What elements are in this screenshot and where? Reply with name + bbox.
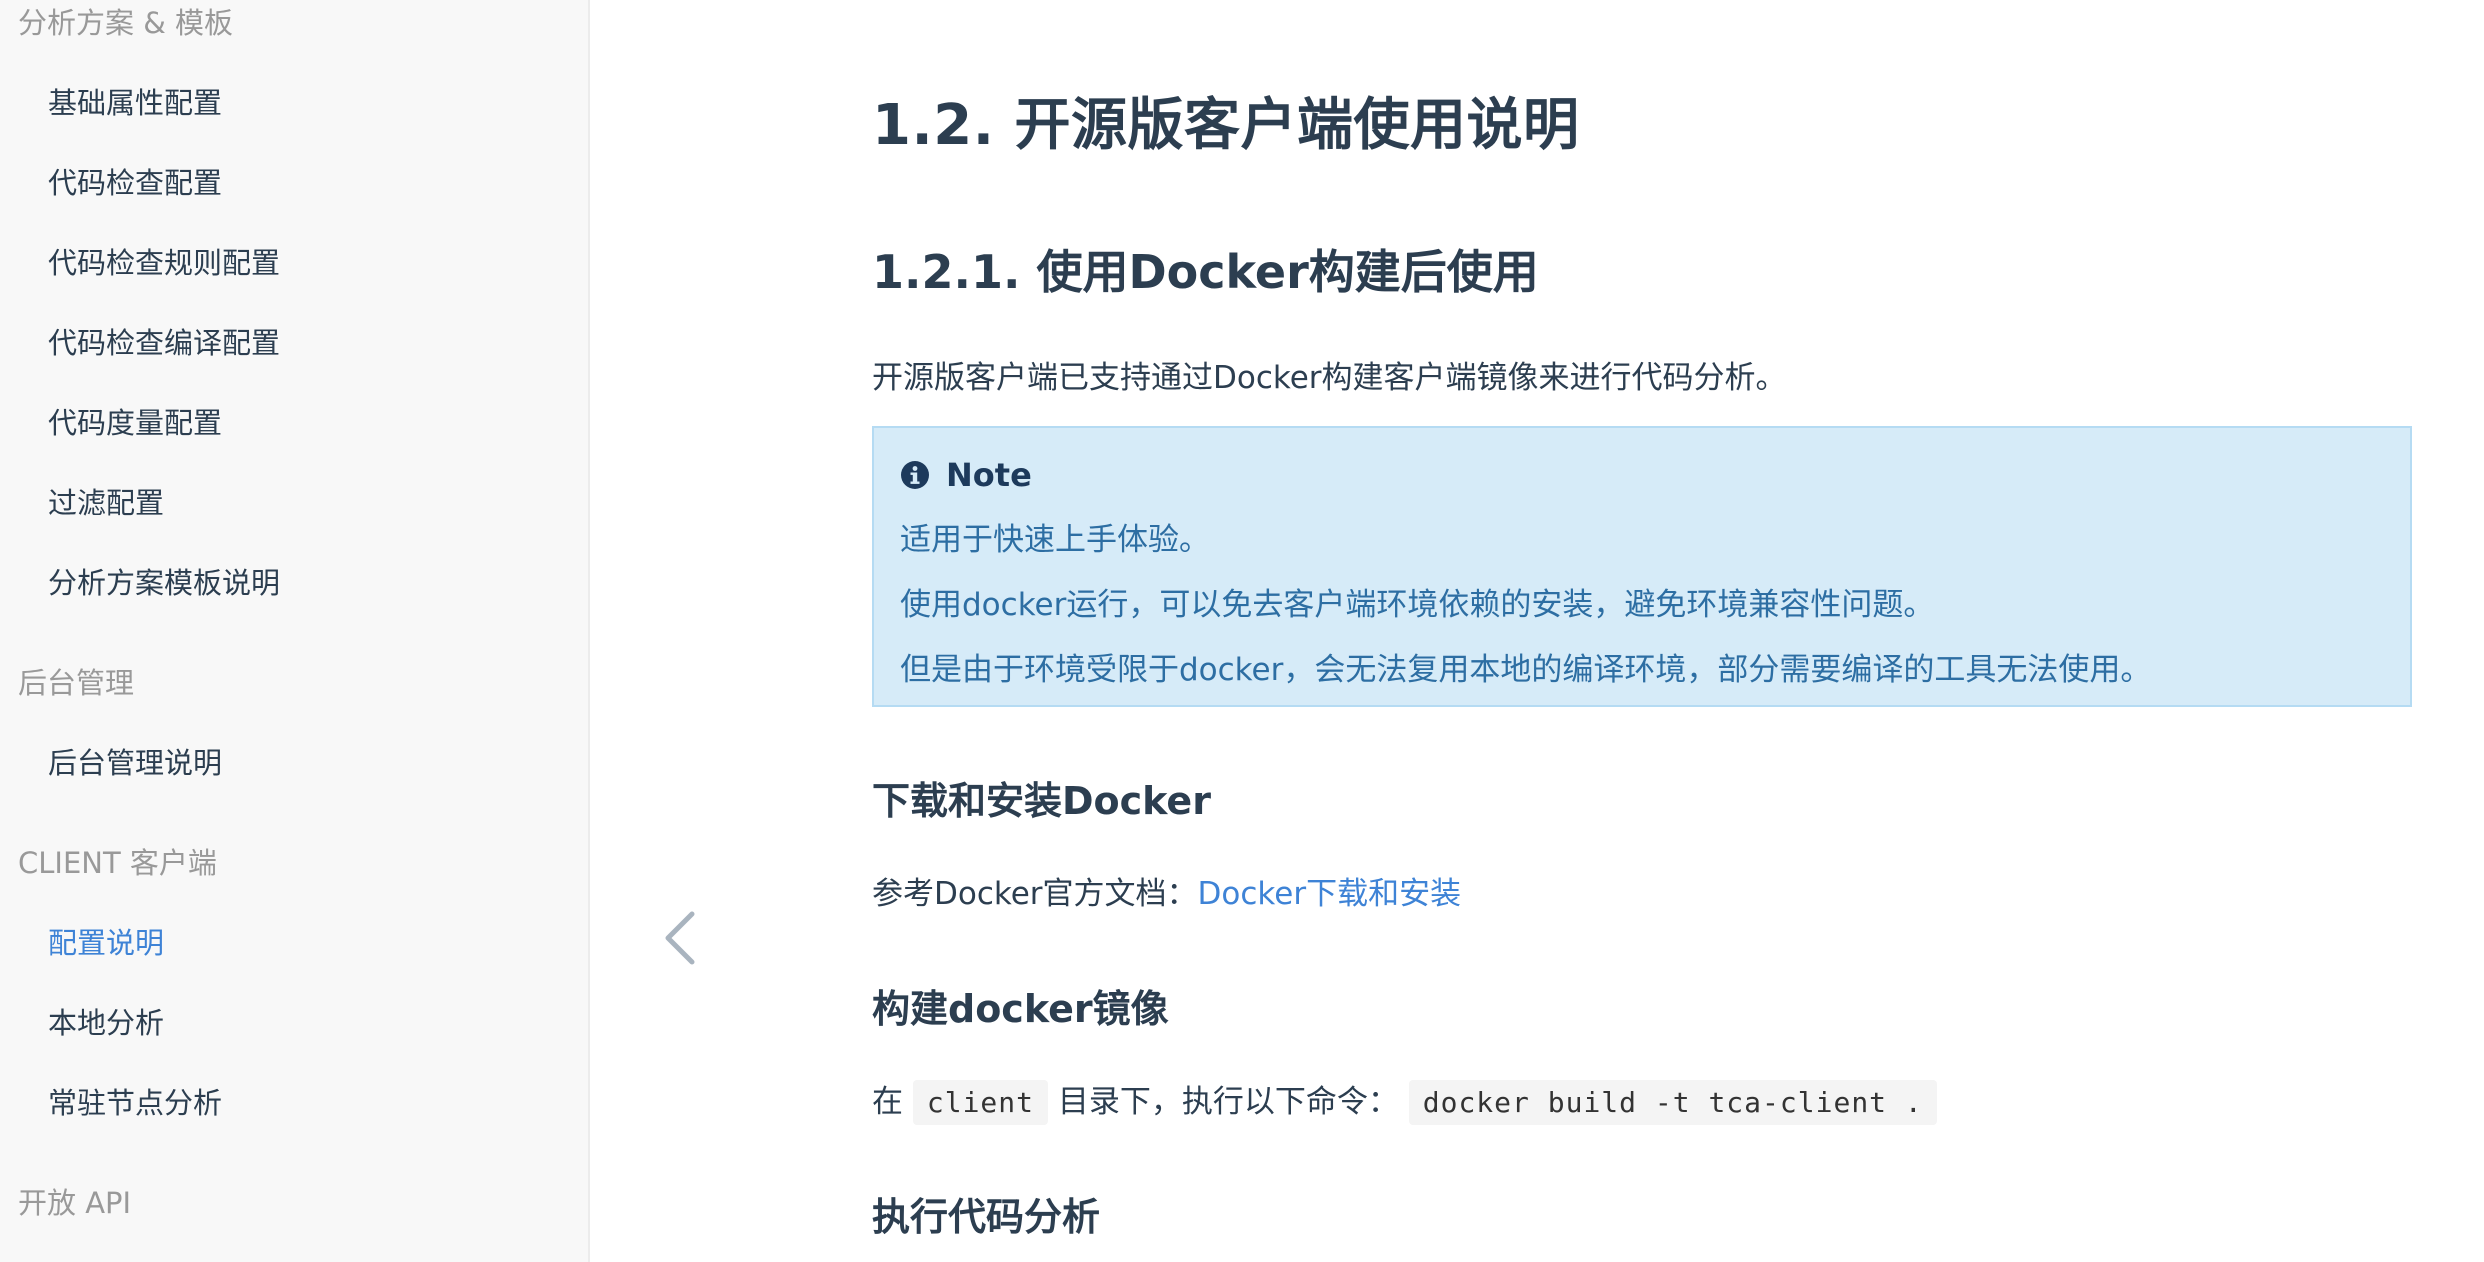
section-title-docker: 1.2.1. 使用Docker构建后使用 [872,245,1539,299]
sidebar-item-basic-attributes[interactable]: 基础属性配置 [48,80,222,122]
sidebar-item-config-desc[interactable]: 配置说明 [48,920,164,962]
note-title: Note [900,456,1032,494]
sidebar-item-code-metrics[interactable]: 代码度量配置 [48,400,222,442]
download-text: 参考Docker官方文档： [872,876,1198,912]
note-line-1: 适用于快速上手体验。 [900,522,1210,558]
note-title-text: Note [946,456,1032,494]
sidebar-item-filter-config[interactable]: 过滤配置 [48,480,164,522]
intro-paragraph: 开源版客户端已支持通过Docker构建客户端镜像来进行代码分析。 [872,360,1787,396]
page-title: 1.2. 开源版客户端使用说明 [872,93,1580,158]
info-circle-icon [901,461,929,489]
prev-page-button[interactable] [660,908,700,968]
sidebar-group-client: CLIENT 客户端 [18,846,217,880]
heading-download-docker: 下载和安装Docker [872,779,1211,823]
build-text-2: 目录下，执行以下命令： [1057,1084,1399,1120]
sidebar-item-local-analysis[interactable]: 本地分析 [48,1000,164,1042]
sidebar-item-code-check-rules[interactable]: 代码检查规则配置 [48,240,280,282]
note-line-3: 但是由于环境受限于docker，会无法复用本地的编译环境，部分需要编译的工具无法… [900,652,2152,688]
build-text-1: 在 [872,1084,903,1120]
sidebar-group-open-api: 开放 API [18,1186,132,1220]
heading-run-analysis: 执行代码分析 [872,1195,1101,1239]
heading-build-image: 构建docker镜像 [872,987,1169,1031]
docs-page: 分析方案 & 模板 基础属性配置 代码检查配置 代码检查规则配置 代码检查编译配… [0,0,2484,1262]
note-line-2: 使用docker运行，可以免去客户端环境依赖的安装，避免环境兼容性问题。 [900,587,1935,623]
sidebar-item-code-check-config[interactable]: 代码检查配置 [48,160,222,202]
inline-code-client: client [912,1080,1049,1125]
docker-install-link[interactable]: Docker下载和安装 [1198,876,1462,912]
sidebar: 分析方案 & 模板 基础属性配置 代码检查配置 代码检查规则配置 代码检查编译配… [0,0,590,1262]
chevron-left-icon [665,911,695,965]
sidebar-group-admin: 后台管理 [18,666,135,700]
sidebar-item-resident-node[interactable]: 常驻节点分析 [48,1080,222,1122]
sidebar-group-analysis: 分析方案 & 模板 [18,6,234,40]
note-callout: Note 适用于快速上手体验。 使用docker运行，可以免去客户端环境依赖的安… [872,426,2412,707]
sidebar-item-admin-desc[interactable]: 后台管理说明 [48,740,222,782]
sidebar-item-template-desc[interactable]: 分析方案模板说明 [48,560,280,602]
download-paragraph: 参考Docker官方文档：Docker下载和安装 [872,868,1461,913]
sidebar-item-code-check-compile[interactable]: 代码检查编译配置 [48,320,280,362]
inline-code-build-command: docker build -t tca-client . [1408,1080,1937,1125]
main-content: 1.2. 开源版客户端使用说明 1.2.1. 使用Docker构建后使用 开源版… [872,0,2412,1262]
build-paragraph: 在 client 目录下，执行以下命令： docker build -t tca… [872,1076,1937,1125]
